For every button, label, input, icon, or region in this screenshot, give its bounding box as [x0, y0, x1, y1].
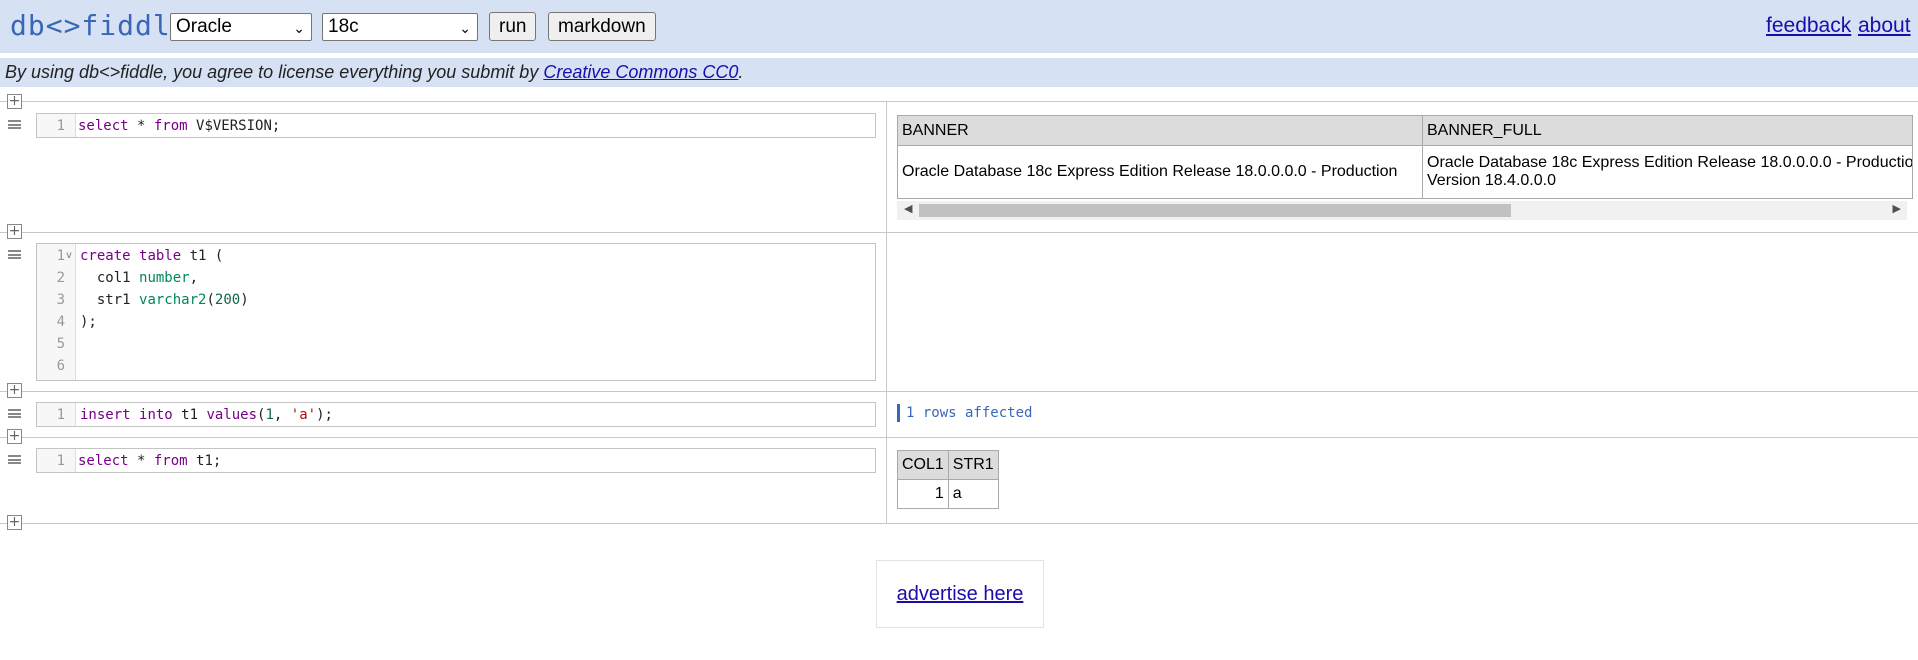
markdown-button[interactable]: markdown [548, 12, 656, 41]
column-header: BANNER [897, 115, 1423, 146]
column-header: BANNER_FULL [1422, 115, 1913, 146]
sql-editor[interactable]: 1 insert into t1 values(1, 'a'); [36, 402, 876, 427]
add-batch-icon[interactable]: + [7, 224, 22, 239]
drag-handle-icon[interactable] [8, 250, 21, 259]
scroll-right-icon[interactable]: ▶ [1893, 202, 1901, 215]
line-number: 1 [56, 248, 65, 264]
license-text: By using db<>fiddle, you agree to licens… [5, 62, 544, 82]
table-cell: Oracle Database 18c Express Edition Rele… [1422, 145, 1913, 199]
line-number: 1 [56, 407, 65, 423]
database-select-value: Oracle [176, 16, 232, 37]
feedback-link[interactable]: feedback [1766, 14, 1851, 38]
code-line: col1 number, [80, 270, 199, 286]
drag-handle-icon[interactable] [8, 409, 21, 418]
version-select[interactable]: 18c ⌄ [322, 13, 478, 41]
code-line: create table t1 ( [80, 248, 224, 264]
row-divider [0, 523, 1918, 524]
line-number: 4 [56, 314, 65, 330]
rows-affected-message: 1 rows affected [897, 404, 1032, 422]
cell-line: Version 18.4.0.0.0 [1427, 172, 1556, 189]
editor-gutter: 1 [37, 403, 76, 426]
result-table: COL1 STR1 1 a [897, 450, 999, 509]
editor-gutter: 1 [37, 114, 76, 137]
ad-box: advertise here [876, 560, 1044, 628]
add-batch-icon[interactable]: + [7, 515, 22, 530]
fold-arrow-icon[interactable]: v [66, 250, 72, 261]
sql-editor[interactable]: 1 select * from t1; [36, 448, 876, 473]
run-button[interactable]: run [489, 12, 537, 41]
table-cell: Oracle Database 18c Express Edition Rele… [897, 145, 1423, 199]
chevron-down-icon: ⌄ [459, 20, 471, 36]
scrollbar-thumb[interactable] [919, 204, 1511, 217]
row-divider [0, 232, 1918, 233]
column-divider [886, 101, 887, 523]
line-number: 1 [56, 118, 65, 134]
column-header: COL1 [897, 450, 949, 480]
about-link[interactable]: about [1858, 14, 1911, 38]
table-cell: a [947, 479, 999, 509]
row-divider [0, 391, 1918, 392]
code-line: str1 varchar2(200) [80, 292, 249, 308]
line-number: 6 [56, 358, 65, 374]
add-batch-icon[interactable]: + [7, 429, 22, 444]
drag-handle-icon[interactable] [8, 120, 21, 129]
cell-line: Oracle Database 18c Express Edition Rele… [1427, 154, 1913, 171]
database-select[interactable]: Oracle ⌄ [170, 13, 312, 41]
app-logo[interactable]: db<>fiddle [10, 8, 189, 44]
line-number: 5 [56, 336, 65, 352]
editor-gutter: 1 [37, 449, 76, 472]
code-line: ); [80, 314, 97, 330]
top-toolbar: db<>fiddle Oracle ⌄ 18c ⌄ run markdown f… [0, 0, 1918, 53]
row-divider [0, 101, 1918, 102]
result-table: BANNER BANNER_FULL Oracle Database 18c E… [897, 115, 1913, 199]
add-batch-icon[interactable]: + [7, 383, 22, 398]
code-line: insert into t1 values(1, 'a'); [80, 407, 333, 423]
drag-handle-icon[interactable] [8, 455, 21, 464]
license-notice: By using db<>fiddle, you agree to licens… [0, 58, 1918, 87]
row-divider [0, 437, 1918, 438]
line-number: 2 [56, 270, 65, 286]
sql-editor[interactable]: 1 select * from V$VERSION; [36, 113, 876, 138]
scroll-left-icon[interactable]: ◀ [904, 202, 912, 215]
table-cell: 1 [897, 479, 949, 509]
line-number: 3 [56, 292, 65, 308]
code-line: select * from V$VERSION; [78, 118, 281, 134]
code-line: select * from t1; [78, 453, 222, 469]
editor-gutter: 1 v 2 3 4 5 6 [37, 244, 76, 380]
license-suffix: . [738, 62, 744, 82]
advertise-link[interactable]: advertise here [897, 583, 1024, 605]
add-batch-icon[interactable]: + [7, 94, 22, 109]
cc0-link[interactable]: Creative Commons CC0 [543, 62, 738, 82]
sql-editor[interactable]: 1 v 2 3 4 5 6 create table t1 ( col1 num… [36, 243, 876, 381]
column-header: STR1 [947, 450, 999, 480]
version-select-value: 18c [328, 16, 359, 37]
chevron-down-icon: ⌄ [293, 20, 305, 36]
horizontal-scrollbar[interactable]: ◀ ▶ [897, 201, 1907, 220]
line-number: 1 [56, 453, 65, 469]
